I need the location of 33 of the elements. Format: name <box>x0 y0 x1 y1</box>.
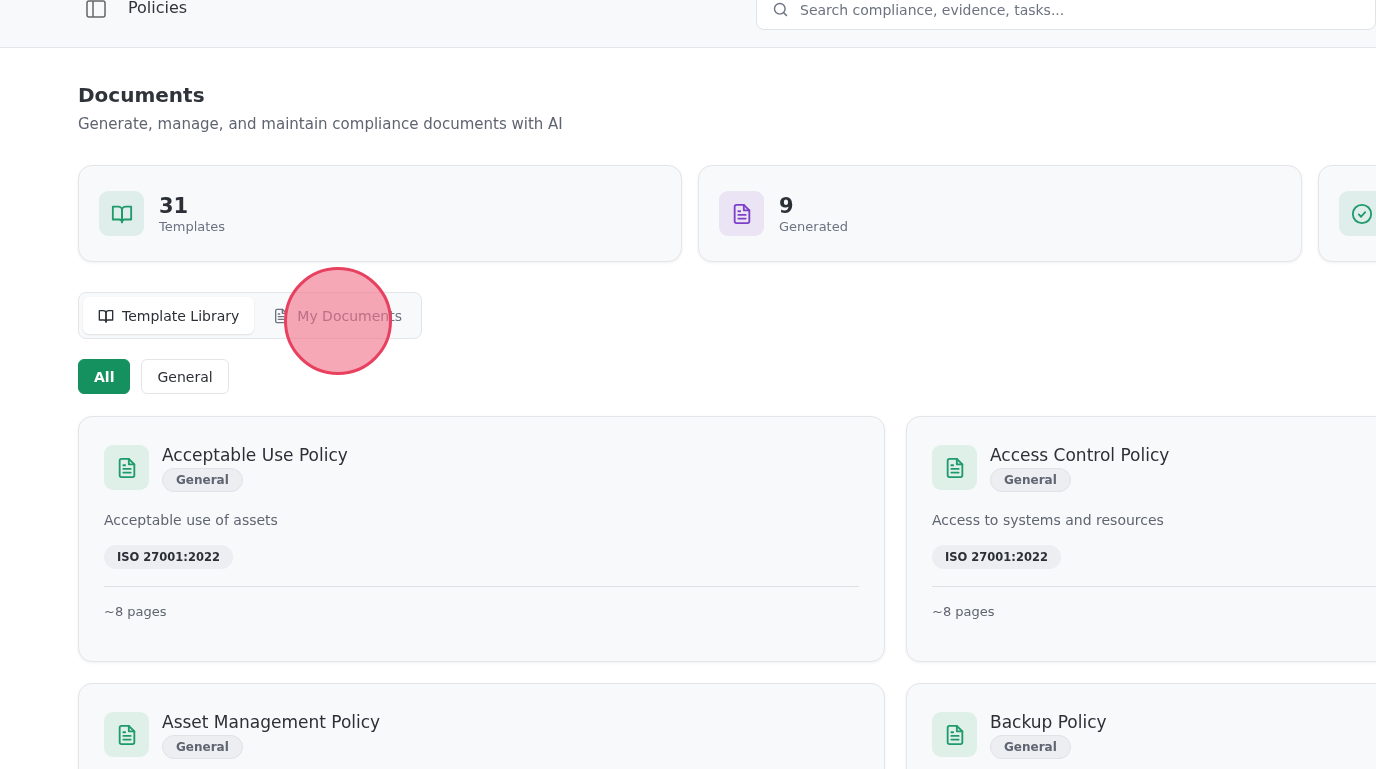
stat-label: Templates <box>159 219 226 234</box>
standard-tag: ISO 27001:2022 <box>104 545 233 569</box>
template-title: Access Control Policy <box>990 445 1170 465</box>
template-card[interactable]: Acceptable Use Policy General Acceptable use of assets ISO 27001:2022 ~8 pages <box>78 416 885 662</box>
stat-value: 31 <box>159 193 190 219</box>
category-badge: General <box>990 468 1071 492</box>
search-field[interactable]: Search compliance, evidence, tasks... <box>756 0 1376 30</box>
category-badge: General <box>162 735 243 759</box>
template-title: Acceptable Use Policy <box>162 445 348 465</box>
template-card[interactable]: Asset Management Policy General <box>78 683 885 769</box>
page-count: ~8 pages <box>932 604 996 619</box>
filter-chip[interactable]: General <box>141 359 229 394</box>
category-badge: General <box>162 468 243 492</box>
search-icon <box>772 1 789 18</box>
template-title: Backup Policy <box>990 712 1107 732</box>
stat-label: Generated <box>779 219 848 234</box>
page-title: Policies <box>128 0 188 16</box>
filter-chip[interactable]: All <box>78 359 131 394</box>
section-subtitle: Generate, manage, and maintain compliance documents with AI <box>78 115 564 133</box>
check-circle-icon <box>1350 202 1373 225</box>
sidebar-toggle-icon[interactable] <box>86 0 106 18</box>
template-description: Acceptable use of assets <box>104 512 279 528</box>
stat-value: 9 <box>779 193 795 219</box>
template-title: Asset Management Policy <box>162 712 381 732</box>
category-badge: General <box>990 735 1071 759</box>
tab[interactable]: Template Library <box>83 297 255 334</box>
page-count: ~8 pages <box>104 604 168 619</box>
template-card[interactable]: Access Control Policy General Access to systems and resources ISO 27001:2022 ~8 pages <box>906 416 1376 662</box>
section-heading: Documents <box>78 82 206 108</box>
template-description: Access to systems and resources <box>932 512 1165 528</box>
standard-tag: ISO 27001:2022 <box>932 545 1061 569</box>
book-icon <box>98 307 114 324</box>
template-card[interactable]: Backup Policy General <box>906 683 1376 769</box>
